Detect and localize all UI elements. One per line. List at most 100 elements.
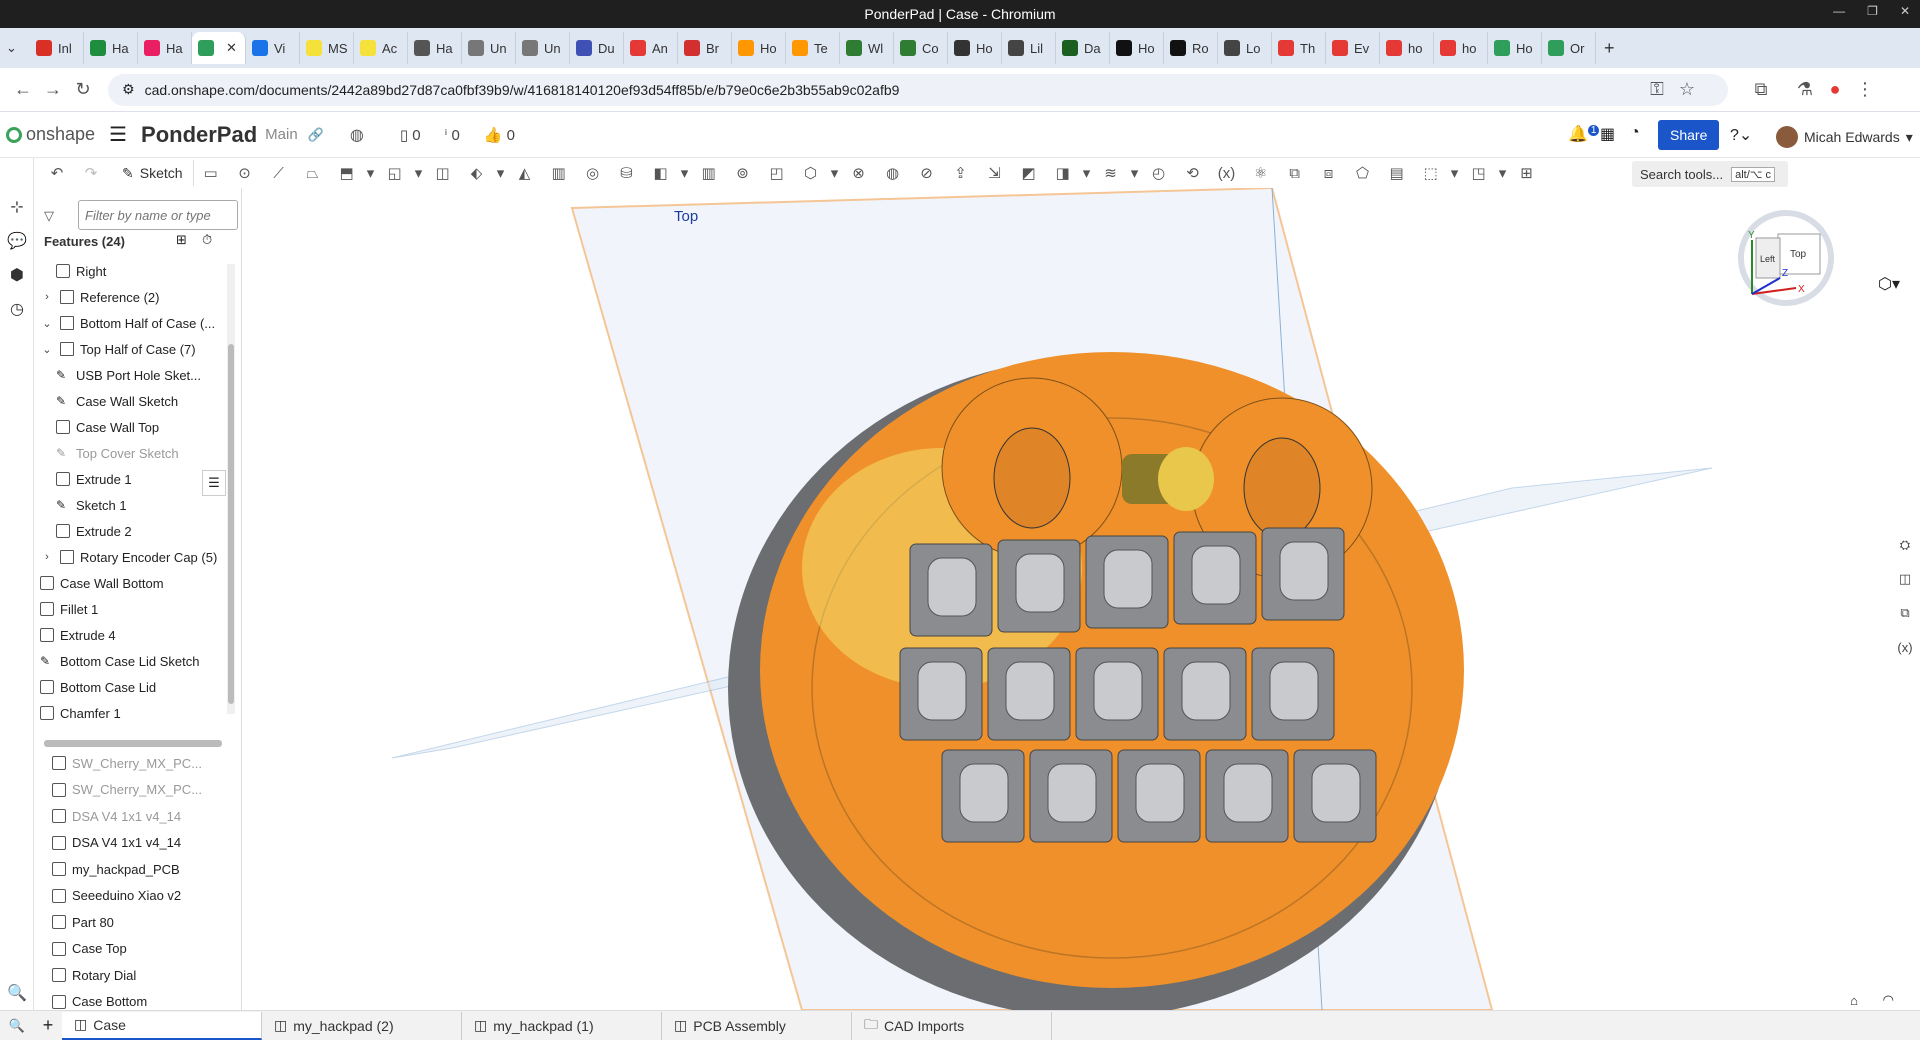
feature-item[interactable]: › Reference (2) [34,284,230,310]
render-icon[interactable]: ◠ [1883,992,1894,1008]
parts-icon[interactable]: ⬢ [0,258,34,292]
dropdown-chevron-icon[interactable]: ▾ [494,160,508,186]
apps-grid-icon[interactable]: ▦ [1600,124,1615,144]
onshape-logo[interactable]: onshape [6,124,95,145]
feature-item[interactable]: ⌄ Bottom Half of Case (... [34,310,230,336]
password-key-icon[interactable]: ⚿ [1642,79,1672,100]
dropdown-chevron-icon[interactable]: ▾ [364,160,378,186]
extensions-icon[interactable]: ⧉ [1746,79,1776,100]
site-info-icon[interactable]: ⚙ [122,81,135,98]
part-item[interactable]: SW_Cherry_MX_PC... [34,777,230,804]
browser-tab[interactable]: Un [462,32,516,64]
toolbar-tool-icon[interactable]: ≋ [1094,160,1128,186]
feature-item[interactable]: ⌄ Top Half of Case (7) [34,336,230,362]
view-mode-icon[interactable]: ⬡▾ [1878,274,1900,294]
part-item[interactable]: SW_Cherry_MX_PC... [34,750,230,777]
toolbar-tool-icon[interactable]: ▥ [542,160,576,186]
notification-bell-icon[interactable]: 🔔 1 [1568,124,1600,144]
forward-icon[interactable]: → [38,79,68,100]
feature-list-scrollbar[interactable] [227,264,235,714]
browser-tab[interactable]: Ac [354,32,408,64]
part-item[interactable]: DSA V4 1x1 v4_14 [34,803,230,830]
toolbar-tool-icon[interactable]: ◧ [644,160,678,186]
browser-tab[interactable]: Inl [30,32,84,64]
toolbar-tool-icon[interactable]: ◩ [1012,160,1046,186]
element-tab[interactable]: ◫ my_hackpad (1) [462,1011,662,1040]
feature-item[interactable]: ✎ Sketch 1 [34,492,230,518]
close-icon[interactable]: ✕ [1900,4,1910,18]
browser-tab[interactable]: Da [1056,32,1110,64]
encoder-right[interactable] [1243,437,1321,539]
part-item[interactable]: Rotary Dial [34,962,230,989]
configurations-icon[interactable]: ⧉ [1890,596,1920,630]
feature-item[interactable]: Extrude 2 [34,518,230,544]
browser-tab[interactable]: An [624,32,678,64]
browser-tab[interactable]: Co [894,32,948,64]
redo-icon[interactable]: ↷ [76,160,106,186]
expand-chevron-icon[interactable]: › [40,291,54,303]
element-tab[interactable]: ◫ PCB Assembly [662,1011,852,1040]
rollback-timer-icon[interactable]: ⏱ [202,232,212,248]
panel-splitter[interactable] [44,740,222,747]
expand-chevron-icon[interactable]: › [40,551,54,563]
globe-icon[interactable]: ◍ [350,125,364,145]
reload-icon[interactable]: ↻ [68,79,98,100]
inspect-bottom-icon[interactable]: 🔍 [0,1018,34,1034]
toolbar-tool-icon[interactable]: ⏢ [296,160,330,186]
appearance-icon[interactable]: ⛭ [1890,528,1920,562]
browser-tab[interactable]: Ha [84,32,138,64]
toolbar-tool-icon[interactable]: ⇪ [944,160,978,186]
browser-tab[interactable]: Br [678,32,732,64]
menu-kebab-icon[interactable]: ⋮ [1850,79,1880,100]
inspect-icon[interactable]: 🔍 [0,976,34,1010]
feature-item[interactable]: Case Wall Top [34,414,230,440]
toolbar-tool-icon[interactable]: ◨ [1046,160,1080,186]
feature-item[interactable]: Right [34,258,230,284]
dropdown-chevron-icon[interactable]: ▾ [1128,160,1142,186]
versions-count[interactable]: ▯ 0 [400,126,421,144]
bookmark-star-icon[interactable]: ☆ [1672,79,1702,100]
graphics-viewport[interactable]: Top Top Left Y X Z ⬡▾ ⛭ ◫ ⧉ (x) ⌂ ◠ [242,188,1920,1010]
feature-item[interactable]: ✎ Case Wall Sketch [34,388,230,414]
back-icon[interactable]: ← [8,79,38,100]
part-item[interactable]: Part 80 [34,909,230,936]
feature-item[interactable]: Extrude 4 [34,622,230,648]
new-tab-button[interactable]: + [1604,38,1615,59]
browser-tab[interactable]: Vi [246,32,300,64]
dropdown-chevron-icon[interactable]: ▾ [1496,160,1510,186]
browser-tab[interactable]: Un [516,32,570,64]
toolbar-tool-icon[interactable]: (x) [1210,160,1244,186]
model-view[interactable]: Top [242,188,1920,1010]
document-name[interactable]: PonderPad [141,122,257,148]
dropdown-chevron-icon[interactable]: ▾ [412,160,426,186]
toolbar-tool-icon[interactable]: ⊗ [842,160,876,186]
feature-item[interactable]: ✎ Top Cover Sketch [34,440,230,466]
panel-collapse-icon[interactable]: ☰ [202,470,226,496]
tab-search-icon[interactable]: ⌄ [6,40,30,56]
view-cube[interactable]: Top Left Y X Z [1726,208,1846,328]
browser-tab[interactable]: Lil [1002,32,1056,64]
expand-chevron-icon[interactable]: ⌄ [40,317,54,330]
toolbar-tool-icon[interactable]: ⬒ [330,160,364,186]
feature-item[interactable]: Case Wall Bottom [34,570,230,596]
part-item[interactable]: my_hackpad_PCB [34,856,230,883]
browser-tab[interactable]: Ro [1164,32,1218,64]
branch-name[interactable]: Main [265,126,298,143]
browser-tab[interactable]: Ha [138,32,192,64]
feature-item[interactable]: Bottom Case Lid [34,674,230,700]
toolbar-tool-icon[interactable]: ⊞ [1510,160,1544,186]
toolbar-tool-icon[interactable]: ▭ [194,160,228,186]
browser-tab[interactable]: Th [1272,32,1326,64]
toolbar-tool-icon[interactable]: ◫ [426,160,460,186]
dropdown-chevron-icon[interactable]: ▾ [678,160,692,186]
browser-tab[interactable]: Ho [948,32,1002,64]
toolbar-tool-icon[interactable]: ⟲ [1176,160,1210,186]
feature-item[interactable]: ✎ USB Port Hole Sket... [34,362,230,388]
toolbar-tool-icon[interactable]: ◍ [876,160,910,186]
toolbar-tool-icon[interactable]: ⇲ [978,160,1012,186]
search-tools-input[interactable]: Search tools... alt/⌥ c [1632,161,1788,187]
profile-icon[interactable]: ● [1820,79,1850,100]
link-icon[interactable]: 🔗 [308,127,324,143]
expand-chevron-icon[interactable]: ⌄ [40,343,54,356]
browser-tab[interactable]: ho [1380,32,1434,64]
